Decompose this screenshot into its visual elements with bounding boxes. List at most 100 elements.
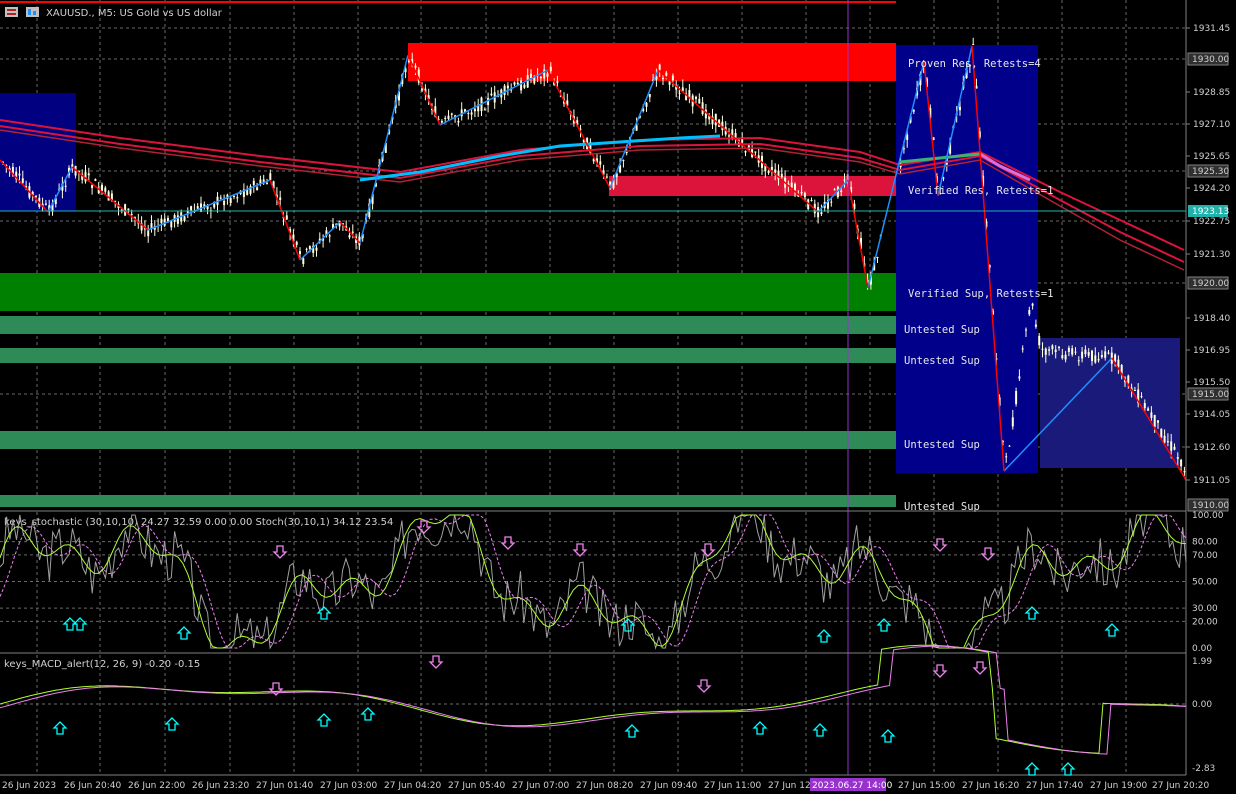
stoch-tick-label: 70.00 — [1192, 551, 1218, 561]
time-axis[interactable]: 26 Jun 2023 26 Jun 20:40 26 Jun 22:00 26 Ju… — [2, 781, 1209, 791]
macd-up-arrow-icon — [316, 713, 332, 727]
macd-up-arrow-icon — [624, 724, 640, 738]
macd-up-arrow-icon — [880, 729, 896, 743]
price-level-label: 1930.00 — [1192, 55, 1229, 65]
price-tick-label: 1928.85 — [1193, 88, 1230, 98]
macd-tick-label: 1.99 — [1192, 657, 1212, 667]
macd-up-arrow-icon — [164, 717, 180, 731]
price-tick-label: 1915.50 — [1193, 378, 1230, 388]
price-tick-label: 1916.95 — [1193, 346, 1230, 356]
verified-support-zone — [0, 273, 896, 311]
time-label: 27 Jun 20:20 — [1152, 781, 1209, 791]
macd-down-arrow-icon — [696, 679, 712, 693]
untested-support-zone-1 — [0, 316, 896, 334]
price-tick-label: 1912.60 — [1193, 443, 1230, 453]
untested-support-zone-2 — [0, 348, 896, 363]
time-label: 27 Jun 03:00 — [320, 781, 377, 791]
stochastic-axis: 100.00 80.00 70.00 50.00 30.00 20.00 0.00 — [1192, 511, 1224, 654]
stoch-tick-label: 20.00 — [1192, 617, 1218, 627]
stochastic-title: keys_stochastic (30,10,10) 24.27 32.59 0… — [4, 517, 393, 528]
proven-resistance-zone — [408, 43, 896, 81]
price-tick-label: 1918.40 — [1193, 314, 1230, 324]
macd-up-arrow-icon — [812, 723, 828, 737]
price-tick-label: 1914.05 — [1193, 410, 1230, 420]
macd-tick-label: -2.83 — [1192, 764, 1215, 774]
stochastic-panel[interactable]: keys_stochastic (30,10,10) 24.27 32.59 0… — [0, 512, 1187, 652]
macd-up-arrow-icon — [52, 721, 68, 735]
price-tick-label: 1911.05 — [1193, 476, 1230, 486]
range-box-left — [0, 93, 76, 211]
zone-label-verified-res: Verified Res, Retests=1 — [908, 185, 1053, 197]
macd-tick-label: 0.00 — [1192, 700, 1212, 710]
price-level-label: 1925.30 — [1192, 167, 1229, 177]
macd-panel[interactable]: keys_MACD_alert(12, 26, 9) -0.20 -0.15 — [0, 644, 1187, 776]
zone-label-untested-sup-2: Untested Sup — [904, 355, 980, 367]
macd-down-arrow-icon — [428, 655, 444, 669]
macd-up-arrow-icon — [360, 707, 376, 721]
price-level-label: 1915.00 — [1192, 390, 1229, 400]
stoch-up-arrow-icon — [1104, 623, 1120, 637]
zone-label-verified-sup: Verified Sup, Retests=1 — [908, 288, 1053, 300]
stoch-up-arrow-icon — [72, 617, 88, 631]
stoch-up-arrow-icon — [316, 606, 332, 620]
time-label: 27 Jun 08:20 — [576, 781, 633, 791]
stoch-down-arrow-icon — [980, 547, 996, 561]
stoch-tick-label: 0.00 — [1192, 644, 1212, 654]
macd-down-arrow-icon — [972, 661, 988, 675]
stoch-down-arrow-icon — [932, 538, 948, 552]
svg-text:1923.13: 1923.13 — [1192, 207, 1229, 217]
stoch-tick-label: 80.00 — [1192, 538, 1218, 548]
time-label: 26 Jun 22:00 — [128, 781, 185, 791]
macd-axis: 1.99 0.00 -2.83 — [1192, 657, 1215, 774]
stoch-tick-label: 30.00 — [1192, 604, 1218, 614]
price-level-label: 1920.00 — [1192, 279, 1229, 289]
range-box-right — [896, 45, 1038, 473]
stoch-down-arrow-icon — [272, 545, 288, 559]
macd-up-arrow-icon — [1024, 762, 1040, 776]
stoch-up-arrow-icon — [876, 618, 892, 632]
time-label: 27 Jun 12 — [768, 781, 811, 791]
stoch-tick-label: 100.00 — [1192, 511, 1224, 521]
stoch-up-arrow-icon — [1024, 606, 1040, 620]
macd-up-arrow-icon — [1060, 762, 1076, 776]
symbol-title: XAUUSD., M5: US Gold vs US dollar — [46, 8, 223, 19]
time-label: 26 Jun 20:40 — [64, 781, 121, 791]
time-label: 27 Jun 15:00 — [898, 781, 955, 791]
time-label: 27 Jun 07:00 — [512, 781, 569, 791]
stoch-tick-label: 50.00 — [1192, 578, 1218, 588]
svg-text:2023.06.27 14:00: 2023.06.27 14:00 — [812, 781, 893, 791]
stoch-down-arrow-icon — [500, 536, 516, 550]
price-level-label: 1910.00 — [1192, 501, 1229, 511]
time-label: 26 Jun 23:20 — [192, 781, 249, 791]
time-label: 26 Jun 2023 — [2, 781, 56, 791]
price-tick-label: 1927.10 — [1193, 120, 1230, 130]
price-tick-label: 1921.30 — [1193, 250, 1230, 260]
price-axis[interactable]: 1931.45 1928.85 1927.10 1925.65 1924.20 1922.… — [1186, 24, 1230, 512]
zone-label-proven-res: Proven Res, Retests=4 — [908, 58, 1041, 70]
stoch-up-arrow-icon — [816, 629, 832, 643]
untested-support-zone-3 — [0, 431, 896, 449]
price-tick-label: 1931.45 — [1193, 24, 1230, 34]
time-label: 27 Jun 05:40 — [448, 781, 505, 791]
macd-title: keys_MACD_alert(12, 26, 9) -0.20 -0.15 — [4, 659, 200, 670]
current-price-tag: 1923.13 — [1188, 205, 1229, 217]
macd-up-arrow-icon — [752, 721, 768, 735]
stoch-down-arrow-icon — [572, 543, 588, 557]
time-label: 27 Jun 17:40 — [1026, 781, 1083, 791]
time-label: 27 Jun 04:20 — [384, 781, 441, 791]
crosshair-time-tag: 2023.06.27 14:00 — [810, 778, 893, 791]
zone-label-untested-sup-1: Untested Sup — [904, 324, 980, 336]
time-label: 27 Jun 19:00 — [1090, 781, 1147, 791]
time-label: 27 Jun 01:40 — [256, 781, 313, 791]
untested-support-zone-4 — [0, 495, 896, 507]
trading-chart[interactable]: Proven Res, Retests=4 Verified Res, Rete… — [0, 0, 1236, 794]
price-tick-label: 1922.75 — [1193, 217, 1230, 227]
time-label: 27 Jun 09:40 — [640, 781, 697, 791]
time-label: 27 Jun 11:00 — [704, 781, 761, 791]
price-tick-label: 1924.20 — [1193, 184, 1230, 194]
macd-down-arrow-icon — [932, 664, 948, 678]
range-box-late — [1040, 338, 1180, 468]
price-tick-label: 1925.65 — [1193, 152, 1230, 162]
verified-resistance-zone — [609, 176, 896, 196]
time-label: 27 Jun 16:20 — [962, 781, 1019, 791]
